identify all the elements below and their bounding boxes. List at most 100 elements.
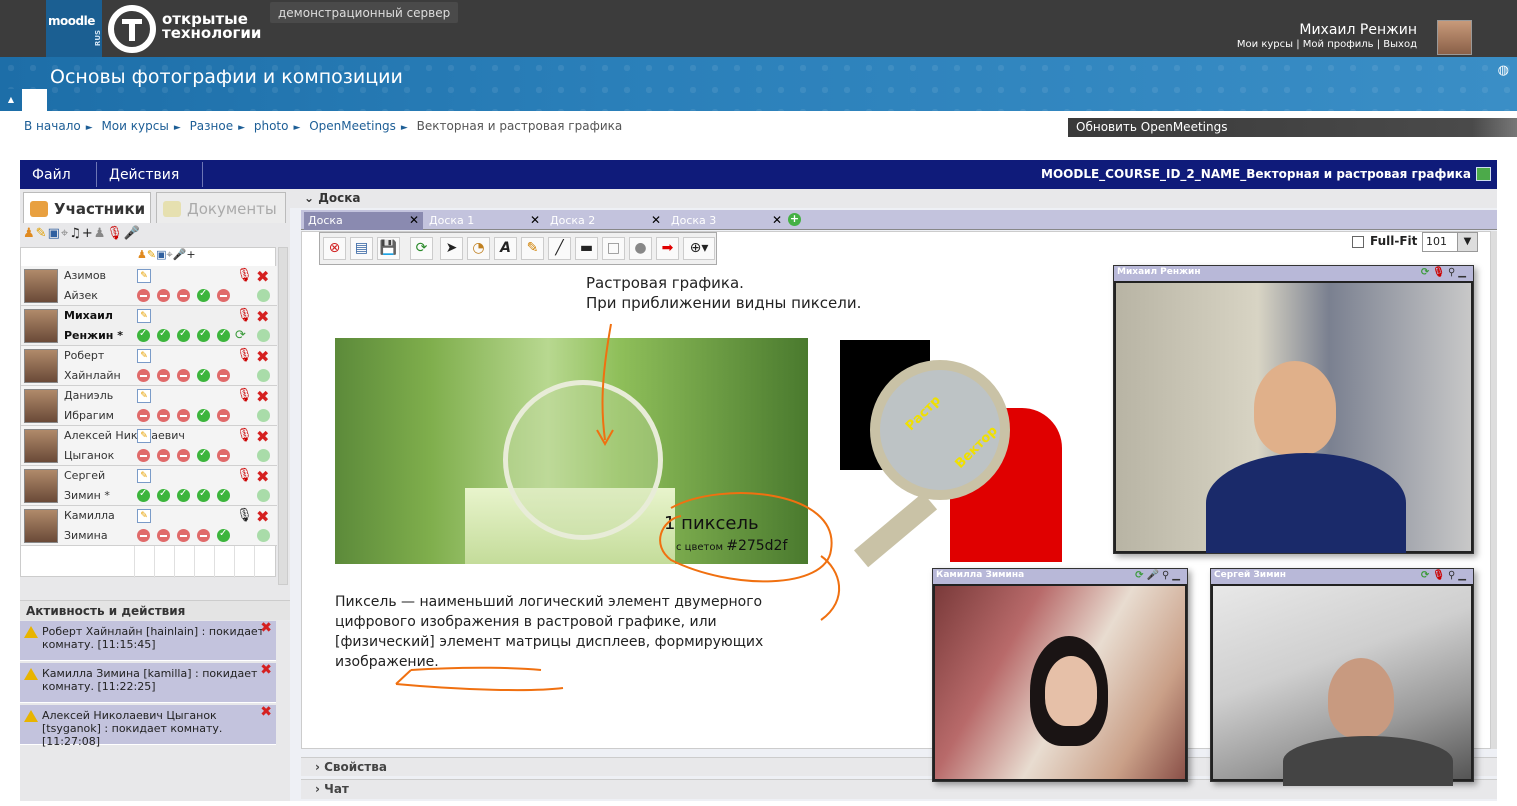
breadcrumb-misc[interactable]: Разное	[190, 119, 234, 133]
kick-user-icon[interactable]: ✖	[256, 307, 269, 326]
participant-row[interactable]: Камилла Зимина ✎ 🎙 ✖	[21, 506, 277, 546]
tab-users[interactable]: Участники	[23, 192, 151, 223]
denied-icon[interactable]	[217, 289, 230, 302]
denied-icon[interactable]	[177, 409, 190, 422]
chevron-down-icon[interactable]: ▼	[1457, 233, 1477, 251]
participant-row[interactable]: Роберт Хайнлайн ✎ 🎙 ✖	[21, 346, 277, 386]
ellipse-icon[interactable]: ●	[629, 237, 652, 260]
update-openmeetings-button[interactable]: Обновить OpenMeetings	[1068, 118, 1517, 137]
denied-icon[interactable]	[217, 449, 230, 462]
kick-user-icon[interactable]: ✖	[256, 427, 269, 446]
add-user-icon[interactable]: +	[82, 226, 94, 241]
denied-icon[interactable]	[177, 289, 190, 302]
remote-control-icon[interactable]: ⌖	[61, 226, 69, 241]
tab-documents[interactable]: Документы	[156, 192, 286, 223]
user-rights-icon[interactable]: ♟	[23, 226, 36, 241]
close-icon[interactable]: ✕	[530, 213, 540, 227]
zoom-select[interactable]: 101 ▼	[1422, 232, 1478, 252]
close-icon[interactable]: ✕	[409, 213, 419, 227]
denied-icon[interactable]	[197, 529, 210, 542]
granted-icon[interactable]	[177, 328, 190, 342]
link-logout[interactable]: Выход	[1383, 39, 1417, 50]
denied-icon[interactable]	[157, 289, 170, 302]
breadcrumb-photo[interactable]: photo	[254, 119, 289, 133]
scrollbar[interactable]	[1491, 231, 1497, 749]
avatar[interactable]	[24, 429, 58, 463]
avatar[interactable]	[24, 349, 58, 383]
avatar[interactable]	[24, 469, 58, 503]
granted-icon[interactable]	[137, 488, 150, 502]
minimize-icon[interactable]: ▁	[1458, 570, 1469, 581]
whiteboard-section-header[interactable]: ⌄ Доска	[290, 189, 1497, 208]
whiteboard-rights-icon[interactable]: ✎	[137, 429, 151, 443]
rectangle-icon[interactable]: □	[602, 237, 625, 260]
new-document-icon[interactable]: ▤	[350, 237, 373, 260]
participant-row[interactable]: Сергей Зимин * ✎ 🎙 ✖	[21, 466, 277, 506]
mic-muted-icon[interactable]: 🎙	[1432, 570, 1448, 581]
video-window[interactable]: Камилла Зимина ⟳🎤⚲▁	[932, 568, 1188, 782]
granted-icon[interactable]	[197, 288, 210, 302]
sync-icon[interactable]: ⟳	[1421, 570, 1432, 581]
text-icon[interactable]: A	[494, 237, 517, 260]
tab-whiteboard-3[interactable]: Доска 3 ✕	[667, 212, 786, 230]
tab-whiteboard-2[interactable]: Доска 2 ✕	[546, 212, 665, 230]
breadcrumb-my-courses[interactable]: Мои курсы	[101, 119, 168, 133]
video-rights-icon[interactable]: ♟	[94, 226, 107, 241]
participant-row[interactable]: Даниэль Ибрагим ✎ 🎙 ✖	[21, 386, 277, 426]
granted-icon[interactable]	[197, 368, 210, 382]
video-window[interactable]: Сергей Зимин ⟳🎙⚲▁	[1210, 568, 1474, 786]
sync-icon[interactable]: ⟳	[1421, 267, 1432, 278]
avatar[interactable]	[24, 509, 58, 543]
close-icon[interactable]: ✖	[260, 621, 272, 635]
tab-whiteboard-0[interactable]: Доска ✕	[304, 212, 423, 230]
denied-icon[interactable]	[177, 449, 190, 462]
close-icon[interactable]: ✖	[260, 663, 272, 677]
clipart-icon[interactable]: ◔	[467, 237, 490, 260]
whiteboard-rights-icon[interactable]: ✎	[137, 309, 151, 323]
mic-muted-icon[interactable]: 🎙	[236, 308, 253, 323]
granted-icon[interactable]	[197, 408, 210, 422]
participant-row[interactable]: Азимов Айзек ✎ 🎙 ✖	[21, 266, 277, 306]
denied-icon[interactable]	[177, 529, 190, 542]
scrollbar[interactable]	[278, 247, 288, 585]
menu-file[interactable]: Файл	[20, 162, 97, 194]
save-icon[interactable]: 💾	[377, 237, 400, 260]
mic-icon[interactable]: 🎙	[236, 508, 253, 523]
sync-icon[interactable]: ⟳	[235, 328, 246, 343]
mic-muted-icon[interactable]: 🎙	[236, 348, 253, 363]
globe-icon[interactable]: ◍	[1498, 63, 1509, 78]
pointer-icon[interactable]: ➤	[440, 237, 463, 260]
granted-icon[interactable]	[217, 488, 230, 502]
open-technologies-logo[interactable]: открытые технологии	[104, 2, 264, 55]
mic-muted-icon[interactable]: 🎙	[1432, 267, 1448, 278]
video-header[interactable]: Камилла Зимина ⟳🎤⚲▁	[933, 569, 1187, 584]
granted-icon[interactable]	[197, 328, 210, 342]
line-icon[interactable]: ╱	[548, 237, 571, 260]
avatar[interactable]	[24, 389, 58, 423]
pin-icon[interactable]: ⚲	[1448, 267, 1458, 278]
whiteboard-rights-icon[interactable]: ✎	[137, 389, 151, 403]
granted-icon[interactable]	[157, 328, 170, 342]
kick-user-icon[interactable]: ✖	[256, 387, 269, 406]
mic-muted-icon[interactable]: 🎙	[236, 388, 253, 403]
close-icon[interactable]: ✕	[772, 213, 782, 227]
granted-icon[interactable]	[137, 328, 150, 342]
denied-icon[interactable]	[157, 409, 170, 422]
granted-icon[interactable]	[157, 488, 170, 502]
denied-icon[interactable]	[137, 289, 150, 302]
whiteboard-rights-icon[interactable]: ✎	[36, 226, 48, 241]
kick-user-icon[interactable]: ✖	[256, 467, 269, 486]
breadcrumb-openmeetings[interactable]: OpenMeetings	[309, 119, 396, 133]
denied-icon[interactable]	[137, 409, 150, 422]
whiteboard-rights-icon[interactable]: ✎	[137, 469, 151, 483]
arrow-icon[interactable]: ➡	[656, 237, 679, 260]
granted-icon[interactable]	[197, 448, 210, 462]
mic-muted-icon[interactable]: 🎙	[106, 226, 124, 241]
close-icon[interactable]: ✕	[651, 213, 661, 227]
mic-muted-icon[interactable]: 🎙	[236, 428, 253, 443]
avatar[interactable]	[24, 269, 58, 303]
avatar[interactable]	[24, 309, 58, 343]
granted-icon[interactable]	[217, 328, 230, 342]
granted-icon[interactable]	[177, 488, 190, 502]
video-header[interactable]: Михаил Ренжин ⟳🎙⚲▁	[1114, 266, 1473, 281]
